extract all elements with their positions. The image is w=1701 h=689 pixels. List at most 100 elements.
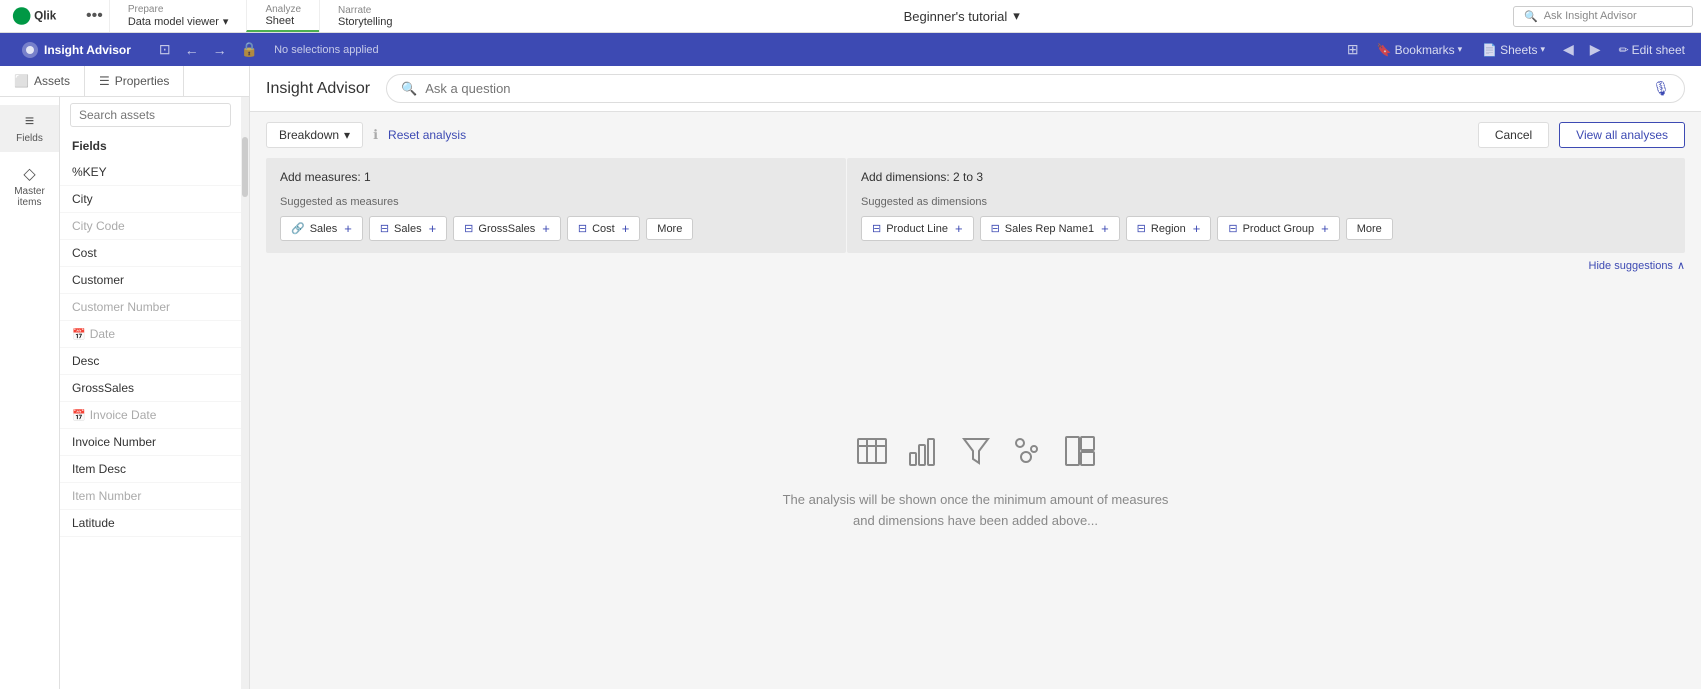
dim-icon-3: ⊟ (1137, 222, 1146, 235)
field-name: Invoice Number (72, 435, 221, 449)
dim-plus-icon-2: + (1101, 221, 1109, 236)
search-magnify-icon: 🔍 (401, 81, 417, 97)
measure-chip-grosssales[interactable]: ⊟ GrossSales + (453, 216, 561, 241)
field-name: Item Number (72, 489, 221, 503)
search-icon: 🔍 (1524, 10, 1538, 23)
view-all-analyses-button[interactable]: View all analyses (1559, 122, 1685, 148)
ask-insight-search[interactable]: 🔍 Ask Insight Advisor (1513, 6, 1693, 27)
measure-chip-cost[interactable]: ⊟ Cost + (567, 216, 640, 241)
field-name: Desc (72, 354, 221, 368)
analyze-section[interactable]: Analyze Sheet (246, 0, 319, 32)
assets-tab[interactable]: ⬜ Assets (0, 66, 85, 96)
field-item[interactable]: GrossSales+ (60, 375, 241, 402)
analysis-toolbar: Breakdown ▾ ℹ Reset analysis Cancel View… (250, 112, 1701, 158)
bookmark-icon: 🔖 (1377, 43, 1392, 57)
field-name: Date (90, 327, 221, 341)
calendar-icon: 📅 (72, 409, 86, 422)
field-item[interactable]: Item Desc+ (60, 456, 241, 483)
field-item[interactable]: Desc+ (60, 348, 241, 375)
field-item[interactable]: 📅Date+ (60, 321, 241, 348)
properties-tab[interactable]: ☰ Properties (85, 66, 184, 96)
dimension-chip-product-line[interactable]: ⊟ Product Line + (861, 216, 974, 241)
insight-advisor-icon (22, 42, 38, 58)
measures-more-button[interactable]: More (646, 218, 693, 240)
field-item[interactable]: Invoice Number+ (60, 429, 241, 456)
microphone-icon[interactable]: 🎙 (1652, 80, 1670, 97)
sidebar-item-master-items[interactable]: ◇ Master items (0, 156, 59, 216)
field-item[interactable]: City+ (60, 186, 241, 213)
left-sidebar: ≡ Fields ◇ Master items (0, 97, 60, 689)
hide-suggestions-chevron-icon: ∧ (1677, 259, 1685, 272)
dimension-chip-product-group[interactable]: ⊟ Product Group + (1217, 216, 1339, 241)
ia-search-input[interactable] (425, 81, 1644, 96)
top-nav-center: Beginner's tutorial ▾ (410, 0, 1513, 32)
field-item[interactable]: Latitude+ (60, 510, 241, 537)
pencil-icon: ✏ (1619, 43, 1629, 57)
next-sheet-icon[interactable]: ▶ (1586, 39, 1605, 60)
dimension-chip-sales-rep[interactable]: ⊟ Sales Rep Name1 + (980, 216, 1120, 241)
dim-icon-4: ⊟ (1228, 222, 1237, 235)
suggestion-panels: Add measures: 1 Suggested as measures 🔗 … (250, 158, 1701, 253)
field-item[interactable]: %KEY+ (60, 159, 241, 186)
reset-analysis-button[interactable]: Reset analysis (388, 128, 466, 142)
dimensions-panel: Add dimensions: 2 to 3 Suggested as dime… (847, 158, 1685, 253)
db-icon-1: ⊟ (380, 222, 389, 235)
edit-sheet-button[interactable]: ✏ Edit sheet (1613, 40, 1691, 60)
fields-scrollbar[interactable] (241, 97, 249, 689)
bookmarks-button[interactable]: 🔖 Bookmarks ▾ (1371, 40, 1469, 60)
cancel-button[interactable]: Cancel (1478, 122, 1549, 148)
calendar-icon: 📅 (72, 328, 86, 341)
tutorial-button[interactable]: Beginner's tutorial ▾ (894, 4, 1030, 28)
field-item[interactable]: City Code+ (60, 213, 241, 240)
placeholder-icons (856, 435, 1096, 474)
smart-select-icon[interactable]: ⊡ (155, 39, 175, 60)
field-name: City Code (72, 219, 221, 233)
top-nav-right: 🔍 Ask Insight Advisor (1513, 0, 1701, 32)
db-icon-3: ⊟ (578, 222, 587, 235)
narrate-section[interactable]: Narrate Storytelling (319, 0, 410, 32)
field-item[interactable]: Item Number+ (60, 483, 241, 510)
narrate-value: Storytelling (338, 16, 392, 28)
field-name: Customer Number (72, 300, 221, 314)
svg-text:Qlik: Qlik (34, 10, 57, 23)
dim-icon-1: ⊟ (872, 222, 881, 235)
info-icon[interactable]: ℹ (373, 127, 378, 143)
narrate-label: Narrate (338, 5, 392, 16)
sheets-chevron-icon: ▾ (1540, 44, 1545, 55)
dimension-chips: ⊟ Product Line + ⊟ Sales Rep Name1 + ⊟ R… (861, 216, 1671, 241)
grid-icon[interactable]: ⊞ (1343, 39, 1363, 60)
breakdown-chevron-icon: ▾ (344, 128, 350, 142)
measure-chip-sales-link[interactable]: 🔗 Sales + (280, 216, 363, 241)
dimensions-more-button[interactable]: More (1346, 218, 1393, 240)
sheets-button[interactable]: 📄 Sheets ▾ (1476, 40, 1551, 60)
prev-sheet-icon[interactable]: ◀ (1559, 39, 1578, 60)
funnel-icon (960, 435, 992, 474)
top-nav: Qlik ••• Prepare Data model viewer ▾ Ana… (0, 0, 1701, 33)
bookmarks-chevron-icon: ▾ (1458, 44, 1463, 55)
ia-search-bar[interactable]: 🔍 🎙 (386, 74, 1685, 103)
treemap-icon (1064, 435, 1096, 474)
lock-icon[interactable]: 🔒 (237, 39, 262, 60)
dim-plus-icon-3: + (1193, 221, 1201, 236)
fields-header: Fields (60, 133, 241, 159)
prepare-section[interactable]: Prepare Data model viewer ▾ (109, 0, 247, 32)
field-item[interactable]: Cost+ (60, 240, 241, 267)
hide-suggestions-row[interactable]: Hide suggestions ∧ (250, 253, 1701, 278)
search-assets-input[interactable] (70, 103, 231, 127)
fields-list: %KEY+City+City Code+Cost+Customer+Custom… (60, 159, 241, 689)
insight-advisor-nav-button[interactable]: Insight Advisor (10, 38, 143, 62)
measure-chip-sales-db[interactable]: ⊟ Sales + (369, 216, 447, 241)
prepare-label: Prepare (128, 4, 229, 15)
back-icon[interactable]: ← (181, 40, 203, 60)
properties-tab-icon: ☰ (99, 74, 110, 88)
bar-chart-icon (908, 435, 940, 474)
field-item[interactable]: Customer+ (60, 267, 241, 294)
breakdown-button[interactable]: Breakdown ▾ (266, 122, 363, 148)
fields-icon: ≡ (25, 113, 34, 131)
forward-icon[interactable]: → (209, 40, 231, 60)
top-nav-more-icon[interactable]: ••• (80, 0, 109, 32)
sidebar-item-fields[interactable]: ≡ Fields (0, 105, 59, 152)
field-item[interactable]: 📅Invoice Date+ (60, 402, 241, 429)
dimension-chip-region[interactable]: ⊟ Region + (1126, 216, 1212, 241)
field-item[interactable]: Customer Number+ (60, 294, 241, 321)
